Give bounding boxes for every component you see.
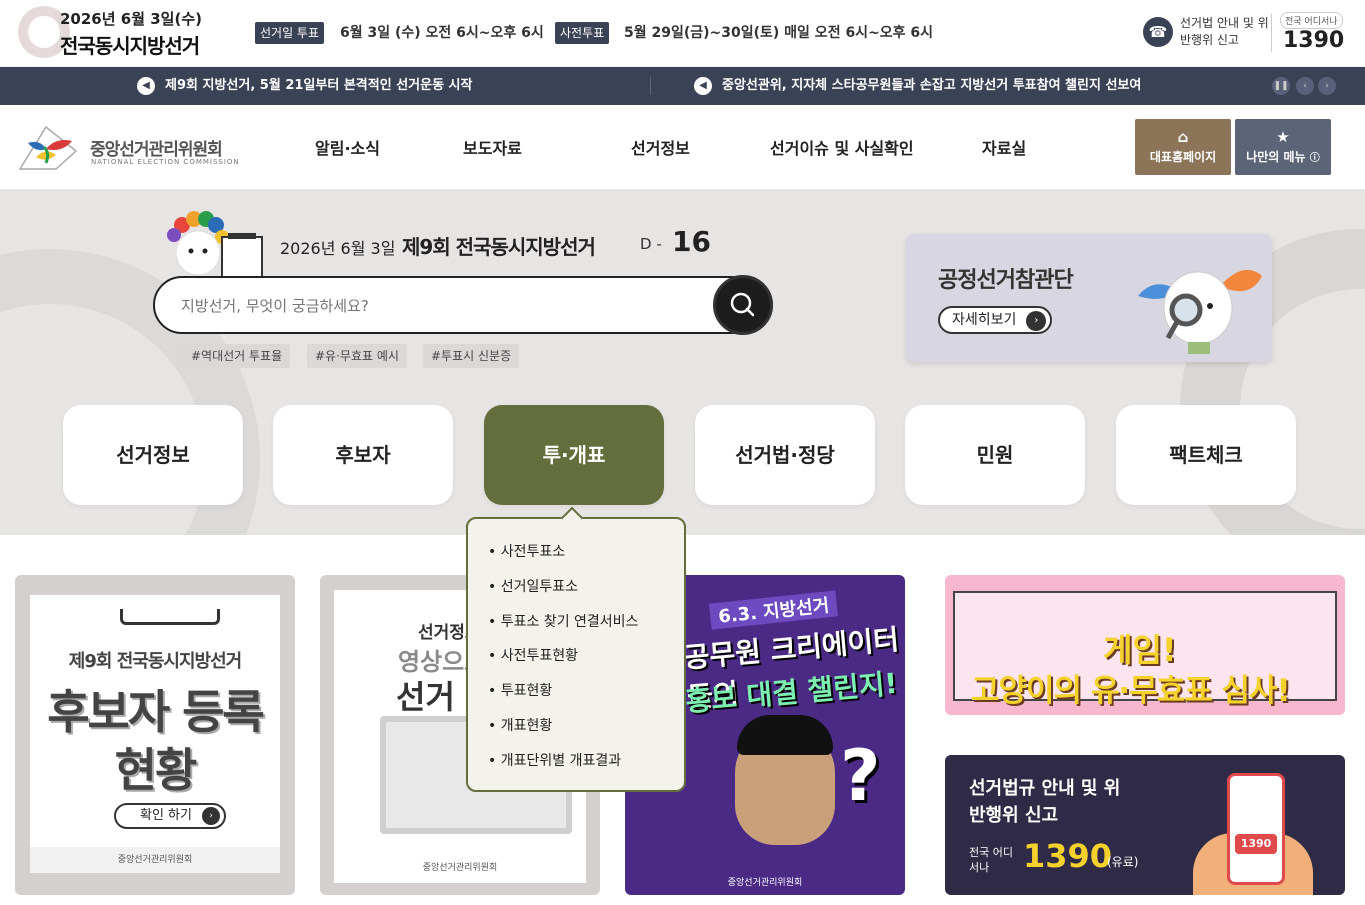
smartphone-icon: 1390: [1227, 773, 1285, 885]
dday-title: 제9회 전국동시지방선거: [402, 235, 596, 259]
magnifier-mascot-icon: [1138, 269, 1262, 354]
arrow-right-icon: ›: [1026, 311, 1047, 331]
category-civil-petition[interactable]: 민원: [905, 405, 1085, 505]
category-election-law[interactable]: 선거법·정당: [695, 405, 875, 505]
submenu-item[interactable]: • 투표현황: [488, 680, 552, 700]
card-text: 선거: [396, 678, 455, 716]
card-text: 고양이의 유·무효표 심사!: [971, 673, 1291, 709]
top-bar: 2026년 6월 3일(수) 전국동시지방선거 선거일 투표 6월 3일 (수)…: [0, 0, 1365, 67]
check-button[interactable]: 확인 하기 ›: [114, 803, 226, 829]
home-button[interactable]: ⌂ 대표홈페이지: [1135, 119, 1231, 175]
prev-icon[interactable]: ‹: [1296, 77, 1314, 95]
submenu-item[interactable]: • 선거일투표소: [488, 576, 578, 596]
nav-issues[interactable]: 선거이슈 및 사실확인: [770, 135, 914, 159]
anywhere-label: 전국 어디서나: [969, 846, 1013, 874]
submenu-item[interactable]: • 투표소 찾기 연결서비스: [488, 611, 638, 631]
news-item[interactable]: ◀ 제9회 지방선거, 5월 21일부터 본격적인 선거운동 시작: [137, 67, 472, 105]
mascot-icon: [167, 211, 263, 278]
clipboard-clip-icon: [120, 609, 220, 625]
search-tag[interactable]: #역대선거 투표율: [183, 344, 291, 368]
speaker-icon: ◀: [137, 76, 155, 95]
voting-submenu: • 사전투표소 • 선거일투표소 • 투표소 찾기 연결서비스 • 사전투표현황…: [466, 517, 686, 792]
category-voting-counting[interactable]: 투·개표: [484, 405, 664, 505]
org-name[interactable]: 중앙선거관리위원회: [90, 135, 223, 160]
my-menu-button[interactable]: ★ 나만의 메뉴 ⓘ: [1235, 119, 1331, 175]
promo-banner[interactable]: 공정선거참관단 자세히보기 ›: [906, 234, 1272, 362]
submenu-item[interactable]: • 사전투표현황: [488, 645, 578, 665]
promo-detail-button[interactable]: 자세히보기 ›: [938, 306, 1053, 334]
speaker-icon: ◀: [694, 76, 712, 95]
next-icon[interactable]: ›: [1318, 77, 1336, 95]
card-footer: 중앙선거관리위원회: [30, 847, 280, 873]
help-icon: ⓘ: [1309, 153, 1320, 164]
nav-archive[interactable]: 자료실: [982, 135, 1026, 159]
submenu-item[interactable]: • 사전투표소: [488, 541, 565, 561]
news-ticker: ◀ 제9회 지방선거, 5월 21일부터 본격적인 선거운동 시작 ◀ 중앙선관위,…: [0, 67, 1365, 105]
person-photo: [737, 715, 833, 755]
election-date: 2026년 6월 3일(수): [60, 10, 202, 28]
pause-icon[interactable]: ❚❚: [1272, 77, 1290, 95]
search-icon: [730, 292, 755, 317]
category-election-info[interactable]: 선거정보: [63, 405, 243, 505]
search-button[interactable]: [713, 275, 773, 335]
early-vote-badge: 사전투표: [555, 22, 610, 44]
card-footer: 중앙선거관리위원회: [727, 878, 803, 888]
submenu-item[interactable]: • 개표현황: [488, 715, 552, 735]
card-cat-game[interactable]: 게임! 고양이의 유·무효표 심사!: [945, 575, 1345, 715]
election-day-time: 6월 3일 (수) 오전 6시~오후 6시: [340, 25, 544, 41]
hero-section: 2026년 6월 3일 제9회 전국동시지방선거 D - 16 #역대선거 투표…: [0, 189, 1365, 535]
card-candidate-registration[interactable]: 제9회 전국동시지방선거 후보자 등록현황 확인 하기 › 중앙선거관리위원회: [15, 575, 295, 895]
card-footer: 중앙선거관리위원회: [422, 863, 498, 873]
card-paper: 제9회 전국동시지방선거 후보자 등록현황 확인 하기 › 중앙선거관리위원회: [30, 595, 280, 873]
early-vote-time: 5월 29일(금)~30일(토) 매일 오전 6시~오후 6시: [624, 25, 934, 41]
question-mark-icon: ?: [840, 735, 881, 817]
divider: [650, 77, 651, 95]
category-fact-check[interactable]: 팩트체크: [1116, 405, 1296, 505]
phone-icon[interactable]: ☎: [1143, 17, 1173, 47]
category-candidates[interactable]: 후보자: [273, 405, 453, 505]
hotline-number: 1390: [1023, 837, 1113, 875]
search-tag[interactable]: #투표시 신분증: [423, 344, 520, 368]
game-banner: 게임! 고양이의 유·무효표 심사!: [953, 591, 1337, 709]
card-hotline[interactable]: 선거법규 안내 및 위반행위 신고 전국 어디서나 1390 (유료) 1390: [945, 755, 1345, 895]
nav-news[interactable]: 알림·소식: [315, 135, 380, 159]
main-header: 중앙선거관리위원회 NATIONAL ELECTION COMMISSION 알…: [0, 105, 1365, 189]
nec-logo-icon[interactable]: [16, 123, 78, 171]
search-input[interactable]: [181, 294, 701, 318]
submenu-item[interactable]: • 개표단위별 개표결과: [488, 750, 621, 770]
dday-date: 2026년 6월 3일: [280, 239, 396, 258]
divider: [1271, 14, 1272, 52]
org-name-en: NATIONAL ELECTION COMMISSION: [91, 158, 240, 166]
election-day-badge: 선거일 투표: [255, 22, 325, 44]
hotline-label[interactable]: 선거법 안내 및 위반행위 신고: [1180, 15, 1270, 49]
fee-label: (유료): [1107, 855, 1139, 869]
nav-election-info[interactable]: 선거정보: [631, 135, 690, 159]
promo-title: 공정선거참관단: [938, 268, 1074, 293]
star-icon: ★: [1276, 128, 1290, 146]
card-title: 선거법규 안내 및 위반행위 신고: [969, 778, 1121, 826]
dday-prefix: D -: [640, 235, 662, 253]
card-title: 제9회 전국동시지방선거: [68, 651, 242, 672]
news-item[interactable]: ◀ 중앙선관위, 지자체 스타공무원들과 손잡고 지방선거 투표참여 챌린지 선보…: [694, 67, 1141, 105]
dday-counter: 16: [672, 225, 711, 258]
arrow-right-icon: ›: [202, 807, 220, 825]
nav-press[interactable]: 보도자료: [463, 135, 522, 159]
hotline-number[interactable]: 1390: [1283, 28, 1344, 53]
search-tag[interactable]: #유·무효표 예시: [307, 344, 407, 368]
card-main-text: 후보자 등록현황: [47, 685, 265, 797]
search-box: [153, 276, 773, 334]
home-icon: ⌂: [1177, 128, 1189, 146]
anywhere-tag: 전국 어디서나: [1280, 12, 1343, 29]
election-title: 전국동시지방선거: [60, 34, 200, 58]
